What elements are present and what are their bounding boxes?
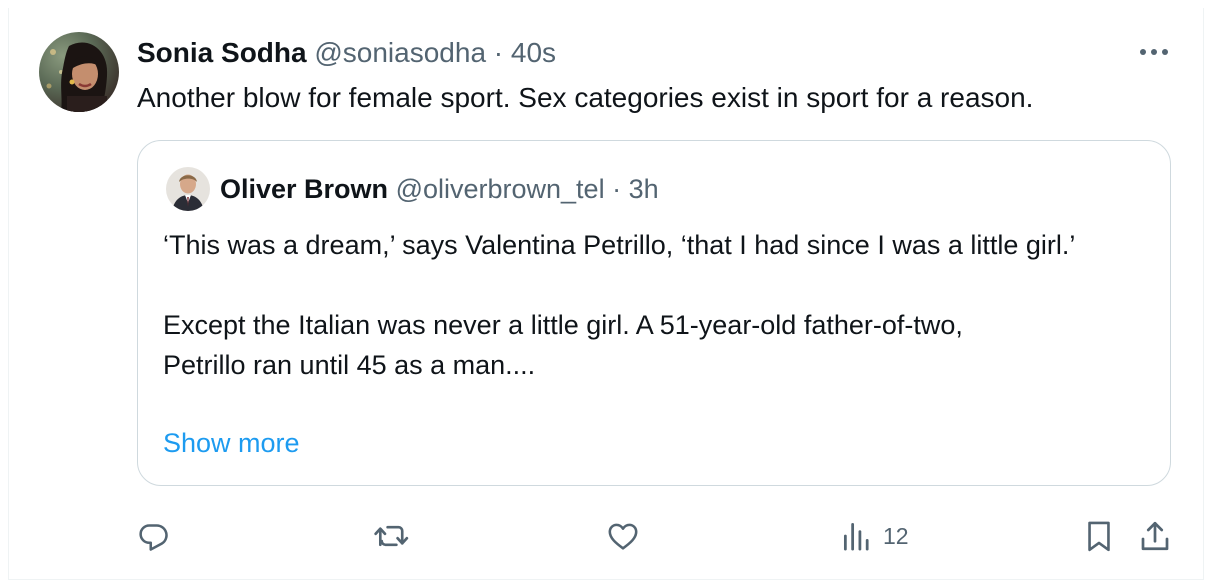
- retweet-button[interactable]: [373, 516, 411, 556]
- quoted-text: ‘This was a dream,’ says Valentina Petri…: [163, 225, 1153, 385]
- views-count: 12: [883, 522, 909, 549]
- tweet-header: Sonia Sodha @soniasodha · 40s: [137, 36, 556, 70]
- quoted-paragraph-2-line-1: Except the Italian was never a little gi…: [163, 310, 963, 340]
- tweet-text: Another blow for female sport. Sex categ…: [137, 82, 1034, 113]
- quoted-tweet[interactable]: Oliver Brown @oliverbrown_tel · 3h ‘This…: [137, 140, 1171, 486]
- share-button[interactable]: [1137, 516, 1173, 556]
- bookmark-icon: [1088, 521, 1110, 552]
- more-options-button[interactable]: [1137, 40, 1171, 64]
- tweet-card[interactable]: Sonia Sodha @soniasodha · 40s Another bl…: [8, 8, 1204, 580]
- quoted-paragraph-2-line-2: Petrillo ran until 45 as a man....: [163, 350, 536, 380]
- analytics-icon: [843, 522, 869, 551]
- tweet-timestamp[interactable]: 40s: [511, 37, 556, 68]
- bookmark-button[interactable]: [1083, 516, 1115, 556]
- author-name[interactable]: Sonia Sodha: [137, 37, 307, 68]
- share-icon: [1141, 521, 1169, 551]
- quoted-header: Oliver Brown @oliverbrown_tel · 3h: [220, 173, 659, 205]
- meta-separator: ·: [493, 37, 504, 68]
- quoted-author-handle[interactable]: @oliverbrown_tel: [396, 174, 605, 204]
- retweet-icon: [374, 525, 409, 547]
- quoted-meta-separator: ·: [612, 174, 622, 204]
- show-more-link[interactable]: Show more: [163, 425, 300, 461]
- more-dots-icon: [1140, 49, 1168, 55]
- reply-icon: [139, 524, 168, 551]
- views-button[interactable]: 12: [841, 516, 909, 556]
- heart-icon: [608, 523, 638, 550]
- quoted-paragraph-1: ‘This was a dream,’ says Valentina Petri…: [163, 230, 1076, 260]
- quoted-timestamp[interactable]: 3h: [629, 174, 659, 204]
- quoted-author-name[interactable]: Oliver Brown: [220, 174, 388, 204]
- reply-button[interactable]: [135, 516, 171, 556]
- author-avatar[interactable]: [39, 32, 119, 112]
- quoted-author-avatar[interactable]: [166, 167, 210, 211]
- like-button[interactable]: [605, 516, 641, 556]
- author-handle[interactable]: @soniasodha: [314, 37, 486, 68]
